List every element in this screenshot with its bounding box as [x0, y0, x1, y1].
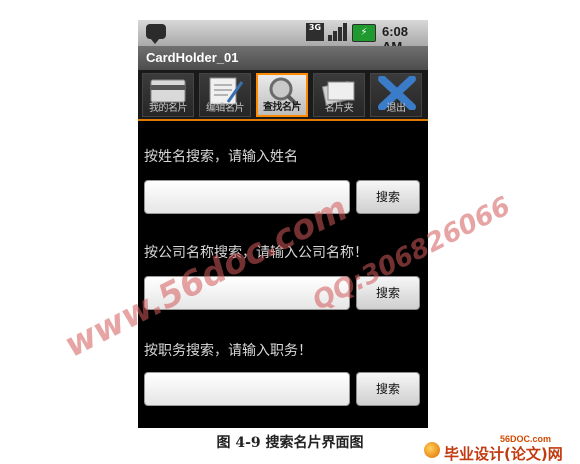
tab-search-card[interactable]: 查找名片	[256, 73, 308, 117]
battery-charging-icon: ⚡	[352, 24, 376, 42]
signal-strength-icon	[328, 23, 350, 41]
app-title: CardHolder_01	[138, 46, 428, 70]
tab-label: 名片夹	[324, 103, 354, 114]
phone-screen: 3G ⚡ 6:08 AM CardHolder_01 我的名片 编辑名片	[138, 20, 428, 428]
tab-edit-card[interactable]: 编辑名片	[199, 73, 251, 117]
message-notification-icon	[146, 24, 166, 44]
company-search-input[interactable]	[144, 276, 350, 310]
company-search-button[interactable]: 搜索	[356, 276, 420, 310]
name-search-button[interactable]: 搜索	[356, 180, 420, 214]
network-type-icon: 3G	[306, 23, 324, 41]
tab-card-folder[interactable]: 名片夹	[313, 73, 365, 117]
logo-ball-icon	[424, 442, 440, 458]
tab-indicator-line	[138, 119, 428, 121]
tab-bar: 我的名片 编辑名片 查找名片 名片夹 退出	[138, 70, 428, 120]
status-bar: 3G ⚡ 6:08 AM	[138, 20, 428, 54]
tab-exit[interactable]: 退出	[370, 73, 422, 117]
tab-label: 我的名片	[149, 103, 188, 114]
tab-label: 查找名片	[263, 102, 302, 113]
company-search-label: 按公司名称搜索，请输入公司名称！	[144, 245, 368, 261]
name-search-input[interactable]	[144, 180, 350, 214]
position-search-button[interactable]: 搜索	[356, 372, 420, 406]
position-search-label: 按职务搜索，请输入职务！	[144, 343, 312, 359]
position-search-input[interactable]	[144, 372, 350, 406]
name-search-label: 按姓名搜索，请输入姓名	[144, 149, 298, 165]
tab-label: 退出	[386, 103, 407, 114]
tab-my-card[interactable]: 我的名片	[142, 73, 194, 117]
logo-text: 毕业设计(论文)网	[444, 445, 563, 463]
tab-label: 编辑名片	[206, 103, 245, 114]
site-logo: 56DOC.com 毕业设计(论文)网	[420, 434, 576, 463]
